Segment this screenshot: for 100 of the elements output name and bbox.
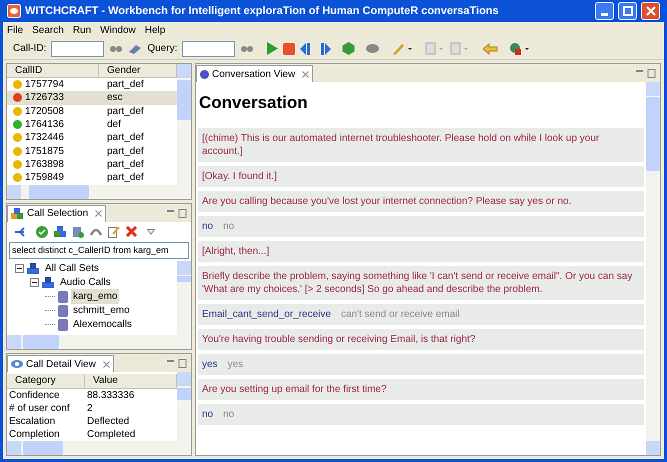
horizontal-scrollbar[interactable] <box>7 184 191 199</box>
close-tab-icon[interactable] <box>95 210 102 218</box>
hierarchy-icon[interactable] <box>13 226 26 237</box>
menu-item[interactable]: Help <box>144 22 166 38</box>
menu-item[interactable]: Window <box>100 22 136 38</box>
system-prompt: [Alright, then...] <box>198 240 644 262</box>
cubes-icon[interactable] <box>54 226 66 238</box>
column-header[interactable]: Category <box>7 374 85 388</box>
oval-icon[interactable] <box>366 44 380 53</box>
maximize-button[interactable] <box>618 2 637 20</box>
arrow-icon[interactable] <box>483 42 498 54</box>
tree-item[interactable]: Audio Calls <box>58 275 113 290</box>
window-title: WITCHCRAFT - Workbench for Intelligent exploraTion of Human ComputeR conversaTions <box>25 4 500 19</box>
view-tab[interactable]: Call Detail View <box>7 355 114 372</box>
gender-value: esc <box>106 91 124 106</box>
answer-transcript: no <box>223 220 234 232</box>
document-icon[interactable] <box>450 42 470 55</box>
table-cell-text: 2 <box>86 402 94 415</box>
call-id: 1726733 <box>25 91 64 106</box>
tree-item[interactable]: All Call Sets <box>43 261 101 276</box>
table-cell-text: Completion <box>8 428 61 441</box>
callid-field[interactable] <box>51 40 104 56</box>
tool-icon[interactable] <box>509 42 532 55</box>
gender-value: part_def <box>106 171 145 186</box>
eye-icon <box>11 360 23 368</box>
table-cell-text: Deflected <box>86 415 130 428</box>
horizontal-scrollbar[interactable] <box>7 335 191 349</box>
view-menu-icon[interactable] <box>147 228 155 235</box>
table-cell-text: Escalation <box>8 415 56 428</box>
database-icon[interactable] <box>72 226 84 238</box>
vertical-scrollbar[interactable] <box>177 372 191 441</box>
answer-transcript: no <box>223 408 234 420</box>
database-icon <box>58 318 68 331</box>
check-icon[interactable] <box>36 226 48 238</box>
answer-value: Email_cant_send_or_receive <box>202 308 331 320</box>
table-row[interactable]: 1759849 part_def <box>7 171 177 184</box>
play-icon[interactable] <box>267 42 278 55</box>
system-prompt: You're having trouble sending or receiving Email, is that right? <box>198 328 644 350</box>
table-row[interactable]: 1751875 part_def <box>7 144 177 158</box>
view-tab[interactable]: Call Selection <box>7 204 106 222</box>
vertical-scrollbar[interactable] <box>177 260 191 335</box>
system-prompt: Are you setting up email for the first time? <box>198 378 644 400</box>
app-icon <box>7 4 21 18</box>
close-tab-icon[interactable] <box>302 70 310 78</box>
query-field[interactable]: select distinct c_CallerID from karg_em <box>9 242 189 259</box>
circle-icon <box>200 70 209 78</box>
column-header[interactable]: CallID <box>7 64 99 77</box>
tree-item[interactable]: schmitt_emo <box>71 303 132 318</box>
call-id: 1732446 <box>25 131 64 146</box>
maximize-icon <box>622 6 632 16</box>
conversation-heading: Conversation <box>199 92 309 114</box>
edit-icon[interactable] <box>108 226 120 238</box>
cubes-icon <box>27 262 40 275</box>
call-id: 1763898 <box>25 158 64 172</box>
table-row[interactable]: 1763898 part_def <box>7 158 177 172</box>
cubes-icon <box>42 276 55 289</box>
menu-item[interactable]: Search <box>32 22 64 38</box>
database-icon <box>58 304 68 317</box>
table-row[interactable]: 1764136 def <box>7 118 177 132</box>
horizontal-scrollbar[interactable] <box>7 441 191 455</box>
gender-value: part_def <box>106 78 145 92</box>
close-tab-icon[interactable] <box>102 360 110 368</box>
tree-item[interactable]: Alexemocalls <box>71 317 134 332</box>
table-row[interactable]: 1720508 part_def <box>7 104 177 118</box>
delete-icon[interactable] <box>126 226 137 238</box>
call-id: 1759849 <box>25 171 64 186</box>
cubes-icon <box>11 208 24 220</box>
table-cell-text: Confidence <box>8 389 61 402</box>
answer-value: no <box>202 220 214 232</box>
minimize-view-icon[interactable] <box>167 359 187 368</box>
menu-item[interactable]: Run <box>72 22 92 38</box>
minimize-icon <box>601 13 608 16</box>
close-icon <box>646 6 656 16</box>
gender-value: part_def <box>106 158 145 172</box>
menu-item[interactable]: File <box>7 22 24 38</box>
database-icon <box>58 290 68 303</box>
table-cell-text: 88.333336 <box>86 389 136 402</box>
table-cell-text: Completed <box>86 428 136 441</box>
fast-forward-icon[interactable] <box>318 42 332 54</box>
table-row[interactable]: 1757794 part_def <box>7 78 177 92</box>
stop-icon[interactable] <box>283 42 296 54</box>
minimize-button[interactable] <box>595 2 614 20</box>
vertical-scrollbar[interactable] <box>646 82 660 455</box>
tree-item[interactable]: karg_emo <box>71 289 120 304</box>
table-row[interactable]: 1726733 esc <box>7 91 177 105</box>
table-row[interactable]: 1732446 part_def <box>7 131 177 144</box>
minimize-view-icon[interactable] <box>167 208 187 218</box>
answer-transcript: yes <box>228 358 244 370</box>
document-icon[interactable] <box>425 42 446 55</box>
call-id: 1757794 <box>25 78 64 92</box>
pen-icon[interactable] <box>392 42 412 55</box>
collapse-icon[interactable] <box>15 264 24 274</box>
minimize-view-icon[interactable] <box>636 69 656 78</box>
view-tab[interactable]: Conversation View <box>196 65 314 82</box>
close-button[interactable] <box>641 2 660 20</box>
hexagon-icon[interactable] <box>342 42 356 55</box>
collapse-icon[interactable] <box>30 278 39 288</box>
query-field[interactable] <box>182 40 236 56</box>
gender-value: def <box>106 118 122 132</box>
vertical-scrollbar[interactable] <box>177 64 191 185</box>
